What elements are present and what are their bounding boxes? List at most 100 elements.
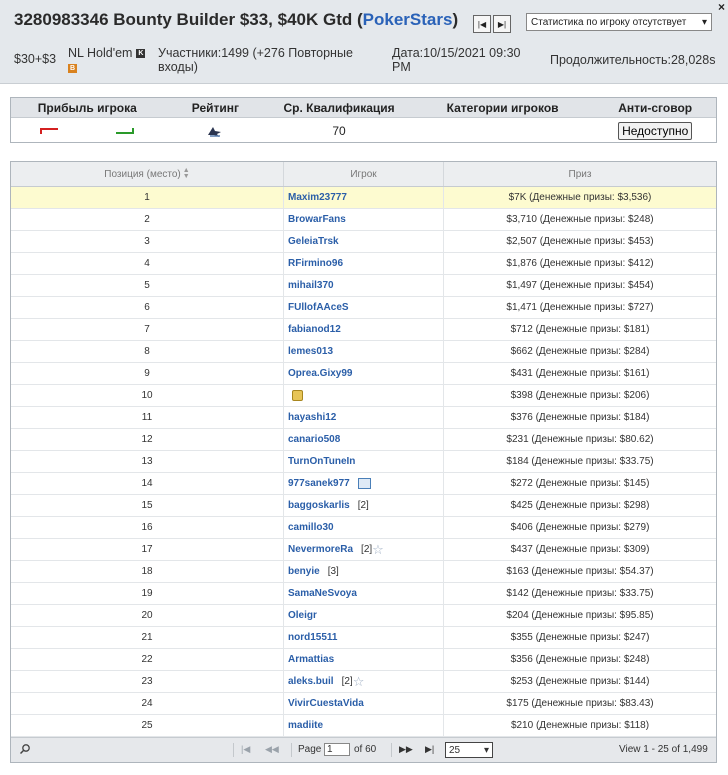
- column-position[interactable]: Позиция (место) ▲ ▼: [11, 162, 284, 186]
- pager-separator: [291, 743, 292, 757]
- header-profit: Прибыль игрока: [37, 100, 137, 115]
- position-cell: 12: [11, 429, 284, 450]
- table-row[interactable]: 19 SamaNeSvoya $142 (Денежные призы: $33.7…: [11, 583, 716, 605]
- page-number-input[interactable]: 1: [324, 743, 350, 756]
- table-row[interactable]: 15 baggoskarlis [2] $425 (Денежные призы: $…: [11, 495, 716, 517]
- player-link[interactable]: lemes013: [288, 346, 333, 357]
- player-link[interactable]: Oprea.Gixy99: [288, 368, 352, 379]
- player-link[interactable]: VivirCuestaVida: [288, 698, 364, 709]
- position-cell: 13: [11, 451, 284, 472]
- player-link[interactable]: 977sanek977: [288, 478, 350, 489]
- player-cell: [284, 385, 444, 406]
- player-cell: aleks.buil [2] ☆: [284, 671, 444, 692]
- anti-collusion-button[interactable]: Недоступно: [618, 121, 693, 140]
- table-row[interactable]: 14 977sanek977 $272 (Денежные призы: $145): [11, 473, 716, 495]
- profit-sparklines: [11, 127, 164, 134]
- close-icon[interactable]: ×: [718, 0, 725, 14]
- player-link[interactable]: TurnOnTuneIn: [288, 456, 355, 467]
- player-link[interactable]: GeleiaTrsk: [288, 236, 339, 247]
- tournament-header: × 3280983346 Bounty Builder $33, $40K Gt…: [0, 0, 728, 84]
- entry-count: [3]: [327, 566, 339, 577]
- player-link[interactable]: canario508: [288, 434, 340, 445]
- table-row[interactable]: 3 GeleiaTrsk $2,507 (Денежные призы: $453): [11, 231, 716, 253]
- player-link[interactable]: SamaNeSvoya: [288, 588, 357, 599]
- participants: Участники:1499 (+276 Повторные входы): [158, 46, 353, 74]
- player-link[interactable]: madiite: [288, 720, 323, 731]
- position-cell: 18: [11, 561, 284, 582]
- table-row[interactable]: 22 Armattias $356 (Денежные призы: $248): [11, 649, 716, 671]
- prize-cell: $272 (Денежные призы: $145): [510, 478, 650, 489]
- player-link[interactable]: RFirmino96: [288, 258, 343, 269]
- prize-cell: $356 (Денежные призы: $248): [510, 654, 650, 665]
- table-row[interactable]: 18 benyie [3] $163 (Денежные призы: $54.37): [11, 561, 716, 583]
- last-tournament-button[interactable]: ▶|: [493, 15, 511, 33]
- table-row[interactable]: 24 VivirCuestaVida $175 (Денежные призы: $…: [11, 693, 716, 715]
- player-link[interactable]: camillo30: [288, 522, 334, 533]
- room-link[interactable]: PokerStars: [363, 10, 453, 29]
- player-link[interactable]: fabianod12: [288, 324, 341, 335]
- page-size-select[interactable]: 25 ▾: [445, 742, 493, 758]
- table-row[interactable]: 21 nord15511 $355 (Денежные призы: $247): [11, 627, 716, 649]
- prev-page-icon[interactable]: ◀◀: [265, 744, 279, 755]
- prize-cell: $175 (Денежные призы: $83.43): [506, 698, 654, 709]
- table-row[interactable]: 23 aleks.buil [2] ☆ $253 (Денежные призы: $1…: [11, 671, 716, 693]
- table-row[interactable]: 20 Oleigr $204 (Денежные призы: $95.85): [11, 605, 716, 627]
- player-cell: Oprea.Gixy99: [284, 363, 444, 384]
- position-cell: 5: [11, 275, 284, 296]
- search-icon[interactable]: [19, 743, 31, 758]
- column-position-label: Позиция (место): [104, 168, 181, 180]
- table-row[interactable]: 17 NevermoreRa [2] ☆ $437 (Денежные призы: $…: [11, 539, 716, 561]
- player-link[interactable]: benyie: [288, 566, 320, 577]
- grid-body: 1 Maxim23777 $7K (Денежные призы: $3,536) 2…: [11, 187, 716, 737]
- star-icon[interactable]: ☆: [372, 542, 384, 558]
- column-player[interactable]: Игрок: [284, 162, 444, 186]
- player-link[interactable]: BrowarFans: [288, 214, 346, 225]
- position-cell: 10: [11, 385, 284, 406]
- table-row[interactable]: 7 fabianod12 $712 (Денежные призы: $181): [11, 319, 716, 341]
- table-row[interactable]: 6 FUllofAAceS $1,471 (Денежные призы: $727…: [11, 297, 716, 319]
- table-row[interactable]: 16 camillo30 $406 (Денежные призы: $279): [11, 517, 716, 539]
- star-icon[interactable]: ☆: [353, 674, 365, 690]
- table-row[interactable]: 12 canario508 $231 (Денежные призы: $80.62…: [11, 429, 716, 451]
- date-line-1: Дата:10/15/2021 09:30: [392, 46, 521, 60]
- table-row[interactable]: 1 Maxim23777 $7K (Денежные призы: $3,536): [11, 187, 716, 209]
- last-page-icon[interactable]: ▶|: [425, 744, 434, 755]
- player-cell: baggoskarlis [2]: [284, 495, 444, 516]
- pager-separator: [391, 743, 392, 757]
- player-link[interactable]: nord15511: [288, 632, 337, 643]
- player-link[interactable]: aleks.buil: [288, 676, 334, 687]
- first-tournament-button[interactable]: |◀: [473, 15, 491, 33]
- player-link[interactable]: NevermoreRa: [288, 544, 353, 555]
- next-page-icon[interactable]: ▶▶: [399, 744, 413, 755]
- player-stats-select[interactable]: Статистика по игроку отсутствует ▾: [526, 13, 712, 31]
- table-row[interactable]: 2 BrowarFans $3,710 (Денежные призы: $248): [11, 209, 716, 231]
- prize-cell: $1,471 (Денежные призы: $727): [506, 302, 654, 313]
- player-link[interactable]: Armattias: [288, 654, 334, 665]
- table-row[interactable]: 8 lemes013 $662 (Денежные призы: $284): [11, 341, 716, 363]
- column-prize[interactable]: Приз: [444, 162, 716, 186]
- player-cell: canario508: [284, 429, 444, 450]
- table-row[interactable]: 10 $398 (Денежные призы: $206): [11, 385, 716, 407]
- player-link[interactable]: baggoskarlis: [288, 500, 350, 511]
- player-link[interactable]: Maxim23777: [288, 192, 347, 203]
- position-cell: 6: [11, 297, 284, 318]
- anti-collusion-cell: Недоступно: [594, 121, 716, 140]
- player-link[interactable]: mihail370: [288, 280, 334, 291]
- table-row[interactable]: 13 TurnOnTuneIn $184 (Денежные призы: $33.…: [11, 451, 716, 473]
- player-cell: BrowarFans: [284, 209, 444, 230]
- first-page-icon[interactable]: |◀: [241, 744, 250, 755]
- table-row[interactable]: 4 RFirmino96 $1,876 (Денежные призы: $412): [11, 253, 716, 275]
- table-row[interactable]: 11 hayashi12 $376 (Денежные призы: $184): [11, 407, 716, 429]
- player-link[interactable]: FUllofAAceS: [288, 302, 349, 313]
- player-link[interactable]: hayashi12: [288, 412, 336, 423]
- view-range: View 1 - 25 of 1,499: [619, 744, 708, 755]
- table-row[interactable]: 25 madiite $210 (Денежные призы: $118): [11, 715, 716, 737]
- player-cell: benyie [3]: [284, 561, 444, 582]
- grid-header-row: Позиция (место) ▲ ▼ Игрок Приз: [11, 162, 716, 187]
- table-row[interactable]: 9 Oprea.Gixy99 $431 (Денежные призы: $161): [11, 363, 716, 385]
- player-link[interactable]: Oleigr: [288, 610, 317, 621]
- sort-icon[interactable]: ▲ ▼: [183, 167, 190, 180]
- table-row[interactable]: 5 mihail370 $1,497 (Денежные призы: $454): [11, 275, 716, 297]
- export-icon[interactable]: [357, 478, 371, 489]
- prize-cell: $210 (Денежные призы: $118): [510, 720, 650, 731]
